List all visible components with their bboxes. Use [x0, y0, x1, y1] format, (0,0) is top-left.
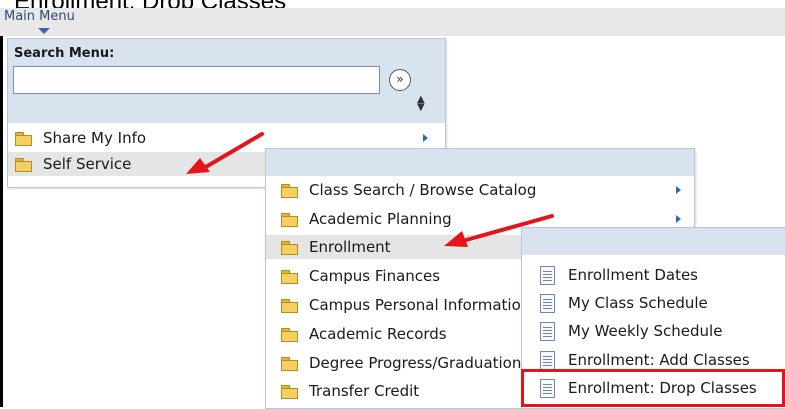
search-menu-input[interactable]: [13, 66, 380, 94]
folder-icon: [281, 213, 298, 227]
menu-item-label: Academic Planning: [309, 210, 452, 228]
menu-item-label: Class Search / Browse Catalog: [309, 181, 537, 199]
document-icon: [540, 350, 555, 370]
document-icon: [540, 321, 555, 341]
menu-item-my-weekly-schedule[interactable]: My Weekly Schedule: [522, 318, 785, 344]
folder-icon: [281, 241, 298, 255]
folder-icon: [15, 132, 32, 146]
menu-item-label: Enrollment: [309, 238, 391, 256]
folder-icon: [281, 328, 298, 342]
search-menu-label: Search Menu:: [14, 46, 115, 61]
main-menu-link[interactable]: Main Menu: [4, 9, 75, 24]
folder-icon: [281, 385, 298, 399]
menu-item-class-search[interactable]: Class Search / Browse Catalog: [266, 178, 694, 202]
menu-item-label: Transfer Credit: [309, 382, 420, 400]
annotation-arrow-icon: [444, 214, 554, 247]
menu-item-label: Academic Records: [309, 325, 447, 343]
folder-icon: [281, 357, 298, 371]
search-go-button[interactable]: »: [389, 69, 411, 91]
document-icon: [540, 293, 555, 313]
submenu-arrow-icon: [423, 134, 428, 142]
menu-item-label: Campus Finances: [309, 267, 441, 285]
folder-icon: [281, 270, 298, 284]
left-border: [0, 36, 3, 407]
menu-item-label: Enrollment: Add Classes: [568, 351, 750, 369]
menu-item-label: Campus Personal Information: [309, 296, 531, 314]
main-menu-caret-icon[interactable]: [38, 28, 50, 34]
top-menu-bar: [0, 8, 785, 36]
menu-item-label: My Weekly Schedule: [568, 322, 723, 340]
menu-item-label: My Class Schedule: [568, 294, 708, 312]
sort-arrows-icon[interactable]: ▲ ▼: [417, 95, 425, 113]
submenu-arrow-icon: [676, 186, 681, 194]
menu-item-label: Enrollment Dates: [568, 266, 698, 284]
menu-item-my-class-schedule[interactable]: My Class Schedule: [522, 290, 785, 316]
menu-item-label: Share My Info: [43, 129, 147, 147]
menu-item-label: Degree Progress/Graduation: [309, 354, 522, 372]
annotation-highlight-box: [521, 369, 785, 407]
folder-icon: [281, 184, 298, 198]
submenu-arrow-icon: [676, 215, 681, 223]
menu-item-enrollment-dates[interactable]: Enrollment Dates: [522, 262, 785, 288]
folder-icon: [281, 299, 298, 313]
menu-item-label: Self Service: [43, 155, 132, 173]
folder-icon: [15, 158, 32, 172]
document-icon: [540, 265, 555, 285]
annotation-arrow-icon: [186, 132, 264, 174]
